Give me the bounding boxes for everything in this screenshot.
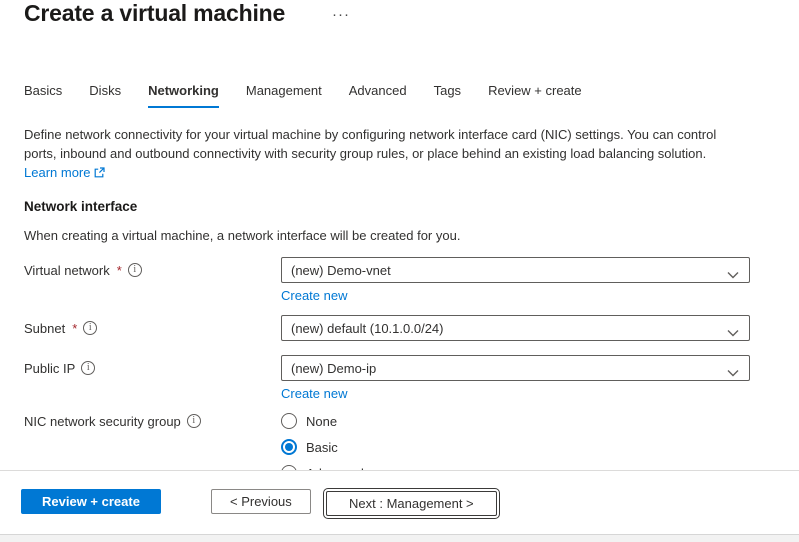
intro-line-2: ports, inbound and outbound connectivity… (24, 144, 775, 163)
subnet-dropdown[interactable]: (new) default (10.1.0.0/24) (281, 315, 750, 341)
tab-management[interactable]: Management (246, 83, 322, 108)
chevron-down-icon (727, 325, 739, 340)
bottom-bar (0, 534, 799, 542)
virtual-network-label-group: Virtual network * (24, 257, 281, 283)
chevron-down-icon (727, 365, 739, 380)
tab-networking[interactable]: Networking (148, 83, 219, 108)
virtual-network-value: (new) Demo-vnet (291, 263, 391, 278)
chevron-down-icon (727, 267, 739, 282)
previous-button[interactable]: < Previous (211, 489, 311, 514)
learn-more-link[interactable]: Learn more (24, 163, 105, 182)
virtual-network-label: Virtual network (24, 263, 110, 278)
public-ip-label-group: Public IP (24, 355, 281, 381)
page-title: Create a virtual machine (24, 0, 285, 27)
nic-nsg-row: NIC network security group None Basic (24, 410, 775, 470)
radio-unselected-icon (281, 413, 297, 429)
networking-form: Virtual network * (new) Demo-vnet Create … (24, 257, 775, 470)
tab-review-create[interactable]: Review + create (488, 83, 582, 108)
nsg-option-basic-label: Basic (306, 440, 338, 455)
nsg-option-none-label: None (306, 414, 337, 429)
required-marker: * (117, 263, 122, 278)
public-ip-row: Public IP (new) Demo-ip Create new (24, 355, 775, 401)
virtual-network-create-new-link[interactable]: Create new (281, 288, 347, 303)
nsg-option-basic[interactable]: Basic (281, 436, 750, 458)
next-management-button[interactable]: Next : Management > (326, 491, 497, 516)
required-marker: * (72, 321, 77, 336)
external-link-icon (94, 167, 105, 178)
nsg-option-advanced[interactable]: Advanced (281, 462, 750, 470)
info-icon[interactable] (128, 263, 142, 277)
info-icon[interactable] (187, 414, 201, 428)
section-heading: Network interface (24, 199, 775, 214)
public-ip-create-new-link[interactable]: Create new (281, 386, 347, 401)
virtual-network-dropdown[interactable]: (new) Demo-vnet (281, 257, 750, 283)
info-icon[interactable] (81, 361, 95, 375)
wizard-footer: Review + create < Previous Next : Manage… (0, 470, 799, 534)
subnet-label-group: Subnet * (24, 315, 281, 341)
subnet-label: Subnet (24, 321, 65, 336)
intro-line-1: Define network connectivity for your vir… (24, 125, 775, 144)
nic-nsg-label: NIC network security group (24, 414, 181, 429)
create-vm-page: Create a virtual machine ··· Basics Disk… (0, 0, 799, 542)
tab-basics[interactable]: Basics (24, 83, 62, 108)
info-icon[interactable] (83, 321, 97, 335)
tab-content: Define network connectivity for your vir… (0, 110, 799, 470)
review-create-button[interactable]: Review + create (21, 489, 161, 514)
subnet-row: Subnet * (new) default (10.1.0.0/24) (24, 315, 775, 341)
public-ip-dropdown[interactable]: (new) Demo-ip (281, 355, 750, 381)
tab-disks[interactable]: Disks (89, 83, 121, 108)
intro-text: Define network connectivity for your vir… (24, 125, 775, 182)
section-description: When creating a virtual machine, a netwo… (24, 228, 775, 243)
learn-more-label: Learn more (24, 163, 90, 182)
nic-nsg-label-group: NIC network security group (24, 410, 281, 432)
virtual-network-row: Virtual network * (new) Demo-vnet Create … (24, 257, 775, 303)
public-ip-value: (new) Demo-ip (291, 361, 376, 376)
more-actions-button[interactable]: ··· (328, 4, 354, 25)
nsg-option-none[interactable]: None (281, 410, 750, 432)
tab-advanced[interactable]: Advanced (349, 83, 407, 108)
tab-bar: Basics Disks Networking Management Advan… (24, 83, 582, 108)
public-ip-label: Public IP (24, 361, 75, 376)
subnet-value: (new) default (10.1.0.0/24) (291, 321, 443, 336)
radio-selected-icon (281, 439, 297, 455)
tab-tags[interactable]: Tags (434, 83, 461, 108)
